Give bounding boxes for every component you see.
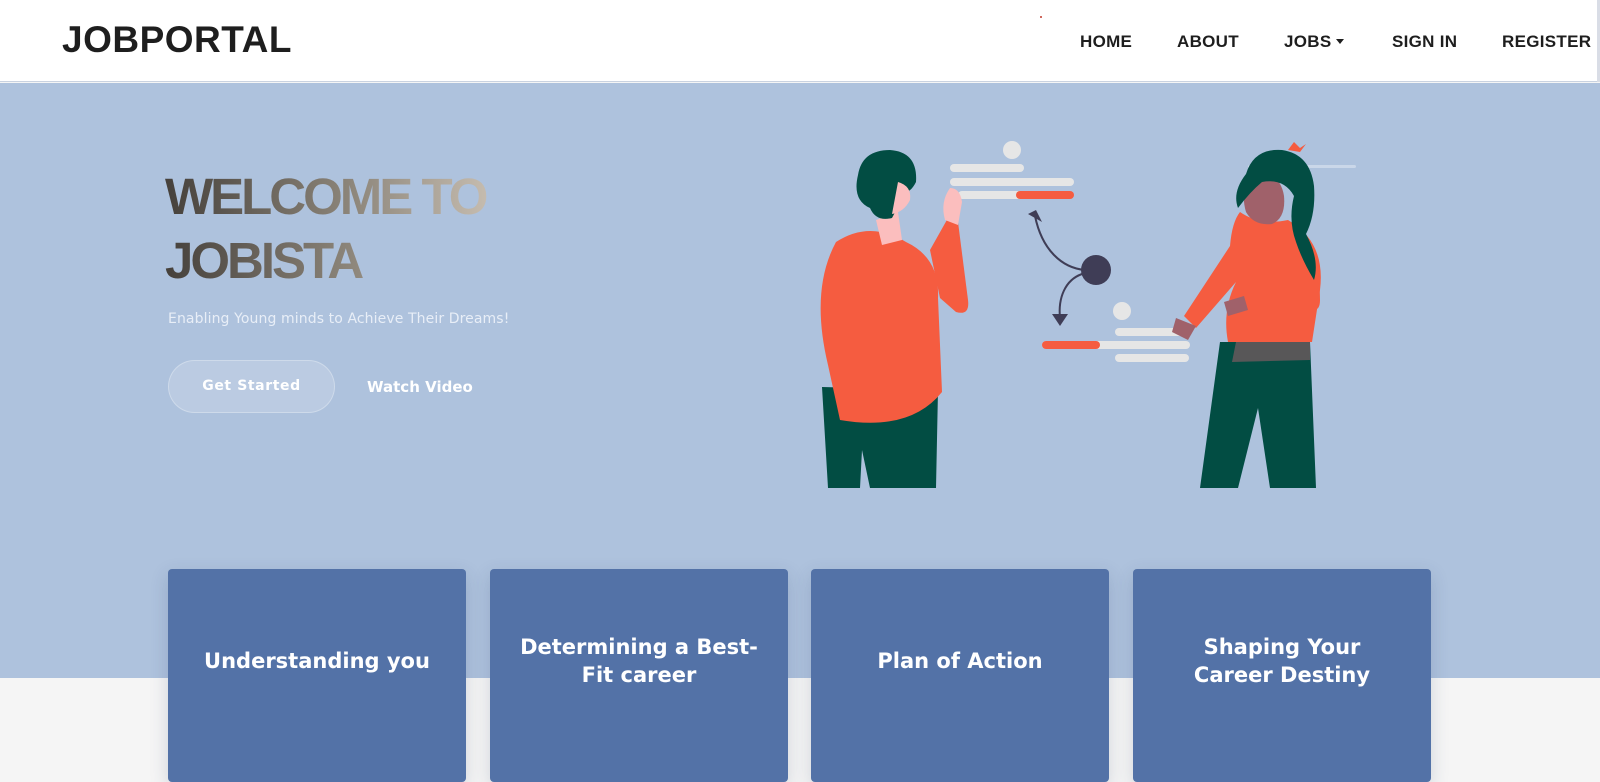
card-title: Plan of Action bbox=[877, 648, 1043, 673]
top-navbar: JOBPORTAL HOME ABOUT JOBS SIGN IN REGIST… bbox=[0, 0, 1600, 82]
card-title: Determining a Best-Fit career bbox=[520, 634, 758, 687]
nav-about-link[interactable]: ABOUT bbox=[1177, 32, 1239, 52]
nav-home-link[interactable]: HOME bbox=[1080, 32, 1132, 52]
nav-signin-link[interactable]: SIGN IN bbox=[1392, 32, 1457, 52]
card-title: Shaping Your Career Destiny bbox=[1193, 634, 1371, 687]
people-collaborating-illustration bbox=[820, 141, 1321, 488]
card-understanding-you[interactable]: Understanding you bbox=[168, 569, 466, 782]
card-best-fit-career[interactable]: Determining a Best-Fit career bbox=[490, 569, 788, 782]
caret-down-icon bbox=[1335, 39, 1344, 44]
hero-tagline: Enabling Young minds to Achieve Their Dr… bbox=[168, 311, 510, 327]
nav-register-link[interactable]: REGISTER bbox=[1502, 32, 1591, 52]
card-title: Understanding you bbox=[204, 648, 430, 673]
hero-title-line2: JOBISTA bbox=[165, 232, 362, 289]
stray-dot bbox=[1040, 16, 1042, 18]
card-plan-of-action[interactable]: Plan of Action bbox=[811, 569, 1109, 782]
nav-jobs-dropdown[interactable]: JOBS bbox=[1284, 32, 1344, 52]
get-started-button[interactable]: Get Started bbox=[168, 360, 335, 413]
watch-video-link[interactable]: Watch Video bbox=[367, 378, 473, 396]
nav-jobs-label: JOBS bbox=[1284, 32, 1332, 51]
hero-title: WELCOME TO JOBISTA bbox=[165, 165, 685, 293]
main-nav: HOME ABOUT JOBS SIGN IN REGISTER bbox=[0, 32, 1600, 52]
hero-title-line1: WELCOME TO bbox=[165, 168, 486, 225]
card-career-destiny[interactable]: Shaping Your Career Destiny bbox=[1133, 569, 1431, 782]
